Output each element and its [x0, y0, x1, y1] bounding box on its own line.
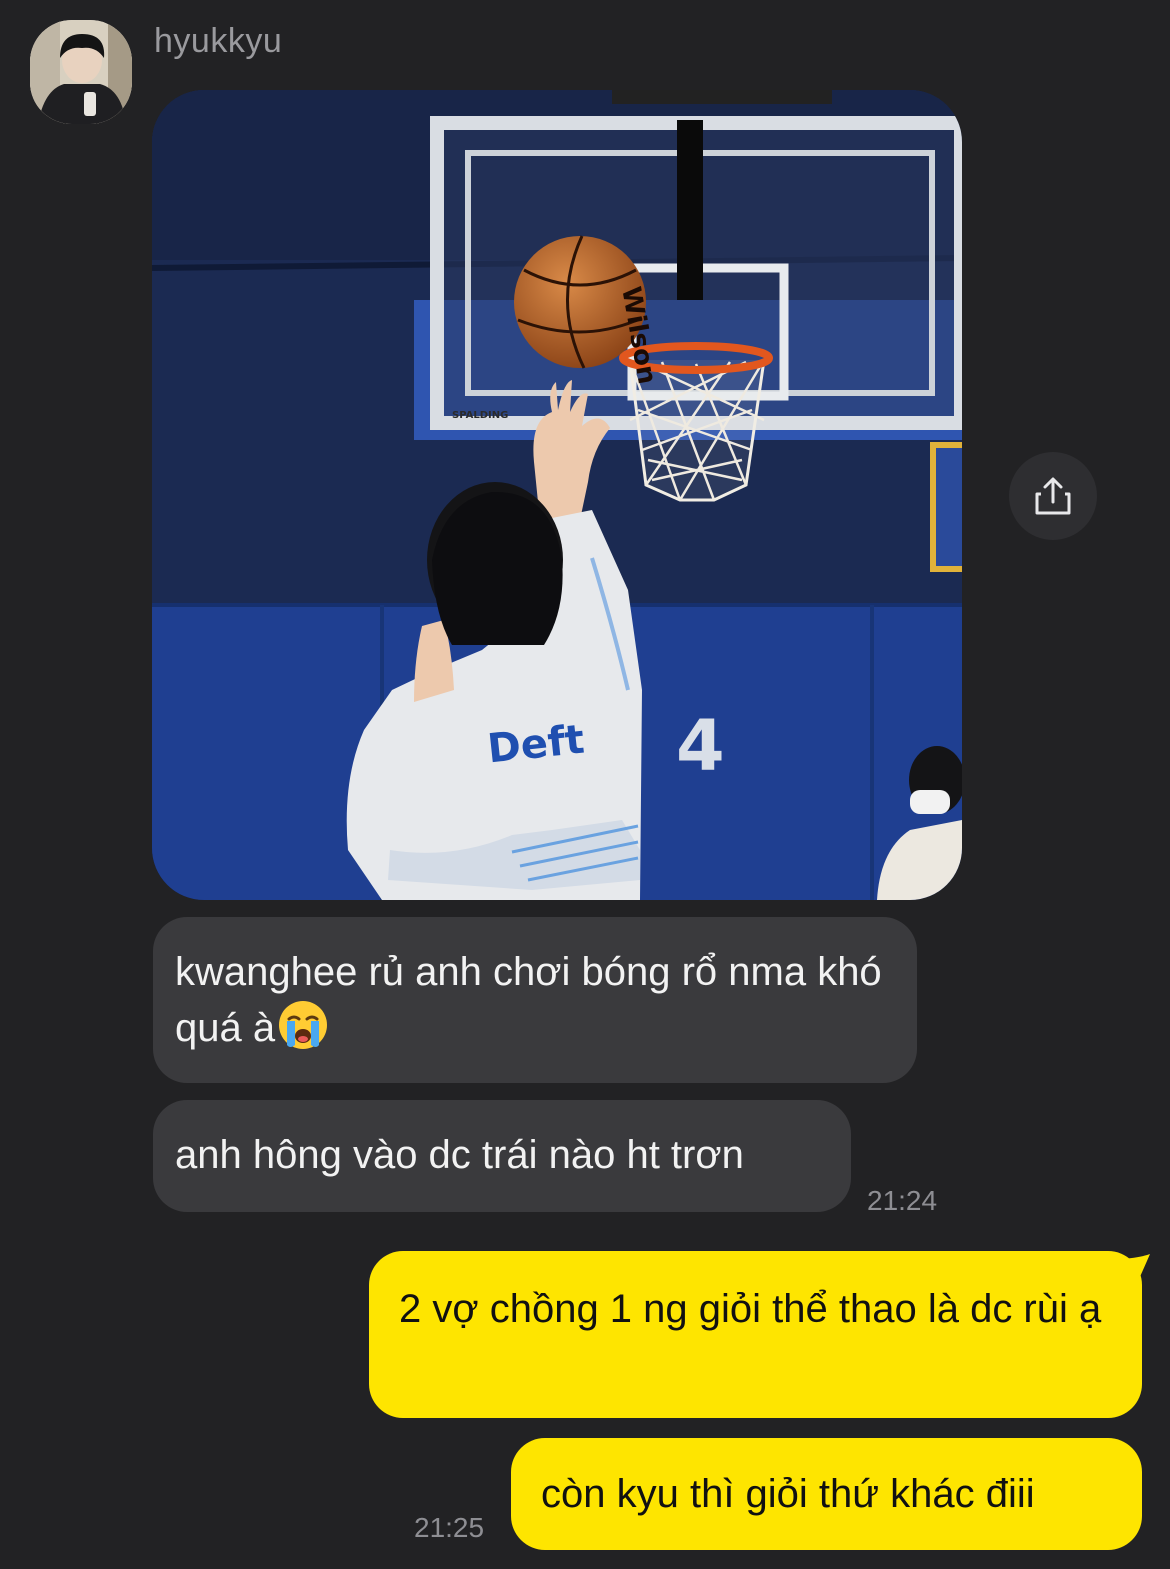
message-text: anh hông vào dc trái nào ht trơn: [175, 1133, 744, 1177]
svg-text:SPALDING: SPALDING: [452, 410, 508, 421]
message-timestamp: 21:24: [867, 1185, 938, 1216]
incoming-message[interactable]: anh hông vào dc trái nào ht trơn: [153, 1100, 851, 1212]
incoming-message[interactable]: kwanghee rủ anh chơi bóng rổ nma khó quá…: [153, 917, 917, 1083]
outgoing-message[interactable]: còn kyu thì giỏi thứ khác điii: [511, 1438, 1142, 1550]
sender-avatar[interactable]: [30, 20, 132, 124]
share-icon: [1035, 477, 1071, 515]
message-text: còn kyu thì giỏi thứ khác điii: [541, 1472, 1035, 1516]
sender-name: hyukkyu: [154, 22, 283, 60]
message-text: 2 vợ chồng 1 ng giỏi thể thao là dc rùi …: [399, 1287, 1102, 1331]
loudly-crying-face-icon: [279, 1001, 328, 1049]
share-button[interactable]: [1009, 452, 1097, 540]
wall-number: 4: [676, 705, 725, 787]
chat-screen: hyukkyu SPALDING Wilson Deft 4 kwanghee …: [0, 0, 1170, 1569]
outgoing-message[interactable]: 2 vợ chồng 1 ng giỏi thể thao là dc rùi …: [369, 1251, 1142, 1418]
message-timestamp: 21:25: [414, 1512, 485, 1543]
photo-message[interactable]: SPALDING Wilson Deft 4: [152, 90, 962, 900]
